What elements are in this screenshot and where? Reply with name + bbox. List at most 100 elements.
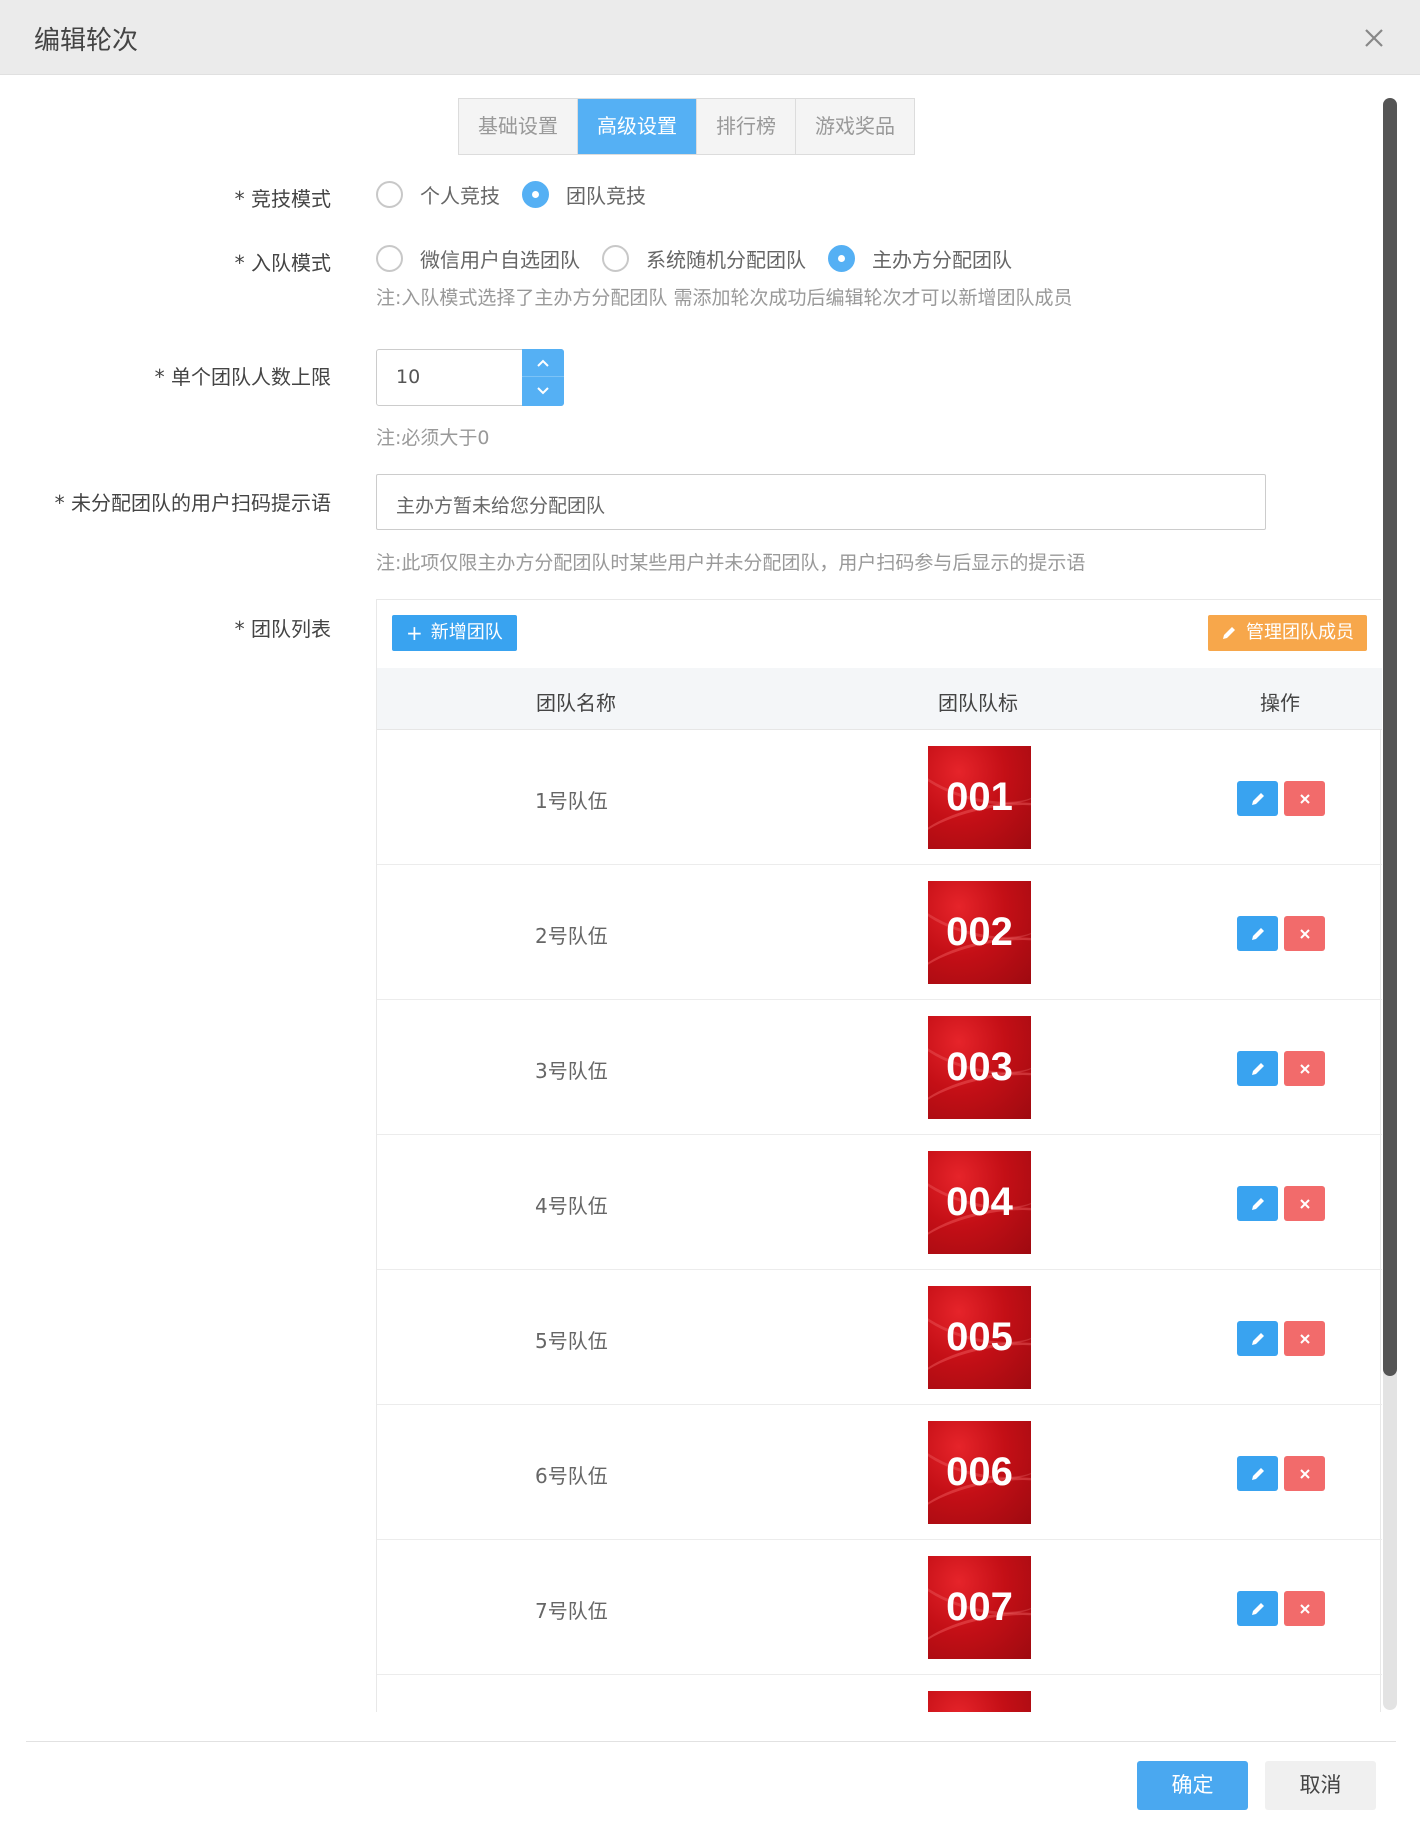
tab-advanced-settings[interactable]: 高级设置 <box>578 99 697 154</box>
scrollbar-thumb[interactable] <box>1383 98 1397 1376</box>
radio-random-assign[interactable]: 系统随机分配团队 <box>602 244 806 273</box>
radio-host-assign[interactable]: 主办方分配团队 <box>828 244 1012 273</box>
tab-basic-settings[interactable]: 基础设置 <box>459 99 578 154</box>
team-logo-image: 003 <box>928 1016 1031 1119</box>
team-logo-image: 001 <box>928 746 1031 849</box>
radio-team[interactable]: 团队竞技 <box>522 180 646 209</box>
pencil-icon <box>1251 1197 1264 1210</box>
delete-team-button[interactable] <box>1284 916 1325 951</box>
team-list-panel: + 新增团队 管理团队成员 团队名称 团队队标 操作 1号队伍 001 2号队伍… <box>376 599 1382 1712</box>
radio-host-assign-label: 主办方分配团队 <box>872 248 1012 272</box>
stepper-up-button[interactable] <box>522 349 564 377</box>
pencil-icon <box>1251 1467 1264 1480</box>
team-limit-note: 注:必须大于0 <box>376 427 490 449</box>
team-name-cell: 2号队伍 <box>535 924 608 948</box>
column-header-actions: 操作 <box>1260 691 1300 715</box>
team-logo-text: 002 <box>946 910 1013 954</box>
close-icon <box>1299 1333 1310 1344</box>
plus-icon: + <box>406 621 423 645</box>
team-logo-image <box>928 1691 1031 1712</box>
dialog-title: 编辑轮次 <box>34 26 139 56</box>
close-icon <box>1299 1198 1310 1209</box>
pencil-icon <box>1251 792 1264 805</box>
radio-circle[interactable] <box>602 245 629 272</box>
confirm-button[interactable]: 确定 <box>1137 1761 1248 1810</box>
radio-individual[interactable]: 个人竞技 <box>376 180 500 209</box>
delete-team-button[interactable] <box>1284 781 1325 816</box>
team-logo-text: 006 <box>946 1450 1013 1494</box>
edit-team-button[interactable] <box>1237 1186 1278 1221</box>
edit-team-button[interactable] <box>1237 1591 1278 1626</box>
dialog-header: 编辑轮次 <box>0 0 1420 75</box>
column-header-team-logo: 团队队标 <box>938 691 1018 715</box>
radio-self-select[interactable]: 微信用户自选团队 <box>376 244 580 273</box>
close-icon <box>1299 1063 1310 1074</box>
pencil-icon <box>1223 627 1235 639</box>
team-limit-label: * 单个团队人数上限 <box>154 365 331 389</box>
unassigned-tip-input[interactable]: 主办方暂未给您分配团队 <box>376 474 1266 530</box>
radio-individual-label: 个人竞技 <box>420 184 500 208</box>
manage-members-label: 管理团队成员 <box>1246 622 1354 643</box>
team-logo-text: 007 <box>946 1585 1013 1629</box>
close-icon <box>1299 793 1310 804</box>
table-row <box>377 1675 1382 1712</box>
team-limit-stepper[interactable]: 10 <box>376 349 564 406</box>
table-row: 6号队伍 006 <box>377 1405 1382 1540</box>
edit-round-dialog: 编辑轮次 基础设置 高级设置 排行榜 游戏奖品 * 竞技模式 个人竞技 团队竞技 <box>0 0 1420 1836</box>
close-icon <box>1299 1603 1310 1614</box>
team-logo-text: 005 <box>946 1315 1013 1359</box>
unassigned-tip-value: 主办方暂未给您分配团队 <box>396 495 606 517</box>
table-row: 7号队伍 007 <box>377 1540 1382 1675</box>
radio-circle[interactable] <box>376 181 403 208</box>
radio-circle[interactable] <box>376 245 403 272</box>
tab-leaderboard[interactable]: 排行榜 <box>697 99 796 154</box>
edit-team-button[interactable] <box>1237 1456 1278 1491</box>
stepper-buttons <box>522 349 564 406</box>
delete-team-button[interactable] <box>1284 1186 1325 1221</box>
team-logo-image: 004 <box>928 1151 1031 1254</box>
competition-mode-label: * 竞技模式 <box>234 187 331 211</box>
chevron-down-icon <box>537 387 549 395</box>
team-logo-text <box>928 1691 1031 1712</box>
tab-game-prizes[interactable]: 游戏奖品 <box>796 99 914 154</box>
delete-team-button[interactable] <box>1284 1456 1325 1491</box>
team-logo-text: 001 <box>946 775 1013 819</box>
team-name-cell: 4号队伍 <box>535 1194 608 1218</box>
edit-team-button[interactable] <box>1237 1051 1278 1086</box>
join-mode-label: * 入队模式 <box>234 251 331 275</box>
radio-circle-checked[interactable] <box>522 181 549 208</box>
edit-team-button[interactable] <box>1237 781 1278 816</box>
delete-team-button[interactable] <box>1284 1591 1325 1626</box>
team-limit-value: 10 <box>396 366 421 388</box>
column-header-team-name: 团队名称 <box>536 691 616 715</box>
team-list-toolbar: + 新增团队 管理团队成员 <box>377 600 1382 668</box>
team-name-cell: 5号队伍 <box>535 1329 608 1353</box>
team-logo-image: 005 <box>928 1286 1031 1389</box>
edit-team-button[interactable] <box>1237 916 1278 951</box>
table-row: 3号队伍 003 <box>377 1000 1382 1135</box>
team-list-label: * 团队列表 <box>234 617 331 641</box>
delete-team-button[interactable] <box>1284 1321 1325 1356</box>
manage-members-button[interactable]: 管理团队成员 <box>1208 615 1367 651</box>
join-mode-radio-group: 微信用户自选团队 系统随机分配团队 主办方分配团队 <box>376 244 1034 273</box>
dialog-body: 基础设置 高级设置 排行榜 游戏奖品 * 竞技模式 个人竞技 团队竞技 * 入队… <box>0 75 1420 1712</box>
close-button[interactable] <box>1354 18 1394 58</box>
radio-self-select-label: 微信用户自选团队 <box>420 248 580 272</box>
close-icon <box>1299 928 1310 939</box>
radio-circle-checked[interactable] <box>828 245 855 272</box>
edit-team-button[interactable] <box>1237 1321 1278 1356</box>
team-table-header: 团队名称 团队队标 操作 <box>377 668 1382 730</box>
team-logo-image: 002 <box>928 881 1031 984</box>
pencil-icon <box>1251 1602 1264 1615</box>
delete-team-button[interactable] <box>1284 1051 1325 1086</box>
stepper-down-button[interactable] <box>522 377 564 405</box>
team-name-cell: 6号队伍 <box>535 1464 608 1488</box>
cancel-button[interactable]: 取消 <box>1265 1761 1376 1810</box>
radio-team-label: 团队竞技 <box>566 184 646 208</box>
pencil-icon <box>1251 927 1264 940</box>
team-name-cell: 3号队伍 <box>535 1059 608 1083</box>
table-row: 4号队伍 004 <box>377 1135 1382 1270</box>
add-team-button[interactable]: + 新增团队 <box>392 615 517 651</box>
unassigned-tip-label: * 未分配团队的用户扫码提示语 <box>54 491 331 515</box>
team-logo-text: 004 <box>946 1180 1013 1224</box>
